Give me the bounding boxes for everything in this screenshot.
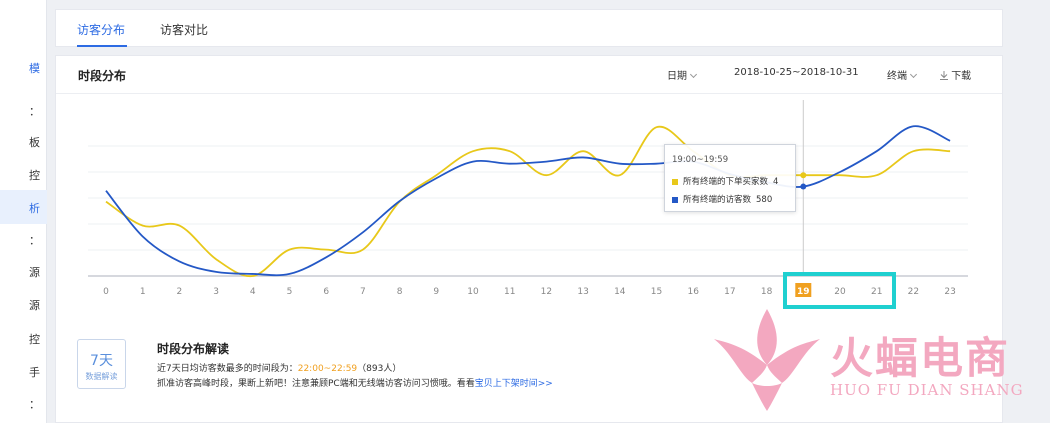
x-tick-label: 15 — [651, 287, 662, 297]
x-tick-label: 4 — [250, 287, 256, 297]
x-tick-label: 12 — [541, 287, 552, 297]
x-tick-label: 9 — [433, 287, 439, 297]
x-tick-label: 7 — [360, 287, 366, 297]
summary-peak-prefix: 近7天日均访客数最多的时间段为： — [157, 364, 298, 374]
x-tick-label: 0 — [103, 287, 109, 297]
tooltip-swatch-buyers — [672, 178, 678, 185]
tooltip-row-visitors: 所有终端的访客数 580 — [672, 193, 772, 205]
time-distribution-chart: 0 1 2 3 4 5 6 7 8 9 10 11 12 13 14 15 16 17 18 19 20 21 22 23 — [88, 100, 968, 297]
x-tick-label: 2 — [177, 287, 183, 297]
shelf-time-link[interactable]: 宝贝上下架时间>> — [475, 379, 553, 389]
x-tick-label: 3 — [213, 287, 219, 297]
x-tick-label: 8 — [397, 287, 403, 297]
annotation-highlight-box — [783, 272, 896, 309]
x-tick-label: 17 — [724, 287, 735, 297]
chart-series — [105, 125, 951, 277]
x-tick-label: 23 — [944, 287, 955, 297]
x-tick-label: 1 — [140, 287, 146, 297]
tooltip-title: 19:00~19:59 — [672, 155, 729, 165]
tooltip-row-buyers: 所有终端的下单买家数 4 — [672, 175, 778, 187]
x-tick-label: 6 — [323, 287, 329, 297]
x-tick-label: 22 — [908, 287, 919, 297]
summary-tip-line: 抓准访客高峰时段，果断上新吧！注意兼顾PC端和无线端访客访问习惯哦。看看宝贝上下… — [157, 376, 553, 389]
summary-title: 时段分布解读 — [157, 342, 230, 356]
badge-big-text: 7天 — [90, 353, 113, 369]
summary-tip-text: 抓准访客高峰时段，果断上新吧！注意兼顾PC端和无线端访客访问习惯哦。看看 — [157, 379, 475, 389]
badge-small-text: 数据解读 — [85, 372, 118, 381]
chart-tooltip: 19:00~19:59 所有终端的下单买家数 4 所有终端的访客数 580 — [664, 144, 796, 212]
x-tick-label: 11 — [504, 287, 515, 297]
tooltip-value-buyers: 4 — [773, 177, 779, 187]
summary-peak-count: （893人） — [357, 364, 402, 374]
seven-day-badge-icon: 7天 数据解读 — [77, 339, 126, 389]
tooltip-swatch-visitors — [672, 196, 678, 203]
series-line-buyers — [105, 125, 951, 277]
tooltip-label-visitors: 所有终端的访客数 — [683, 195, 752, 205]
hover-point-visitors — [800, 183, 807, 190]
summary-peak-line: 近7天日均访客数最多的时间段为：22:00~22:59（893人） — [157, 361, 401, 374]
tooltip-label-buyers: 所有终端的下单买家数 — [683, 177, 769, 187]
x-tick-label: 5 — [287, 287, 293, 297]
x-tick-label: 18 — [761, 287, 773, 297]
hover-point-buyers — [800, 172, 807, 179]
tooltip-value-visitors: 580 — [756, 195, 773, 205]
x-tick-label: 13 — [577, 287, 588, 297]
x-tick-label: 16 — [687, 287, 699, 297]
x-tick-label: 14 — [614, 287, 626, 297]
series-line-visitors — [105, 125, 951, 277]
x-tick-label: 10 — [467, 287, 479, 297]
summary-peak-time: 22:00~22:59 — [297, 364, 358, 374]
